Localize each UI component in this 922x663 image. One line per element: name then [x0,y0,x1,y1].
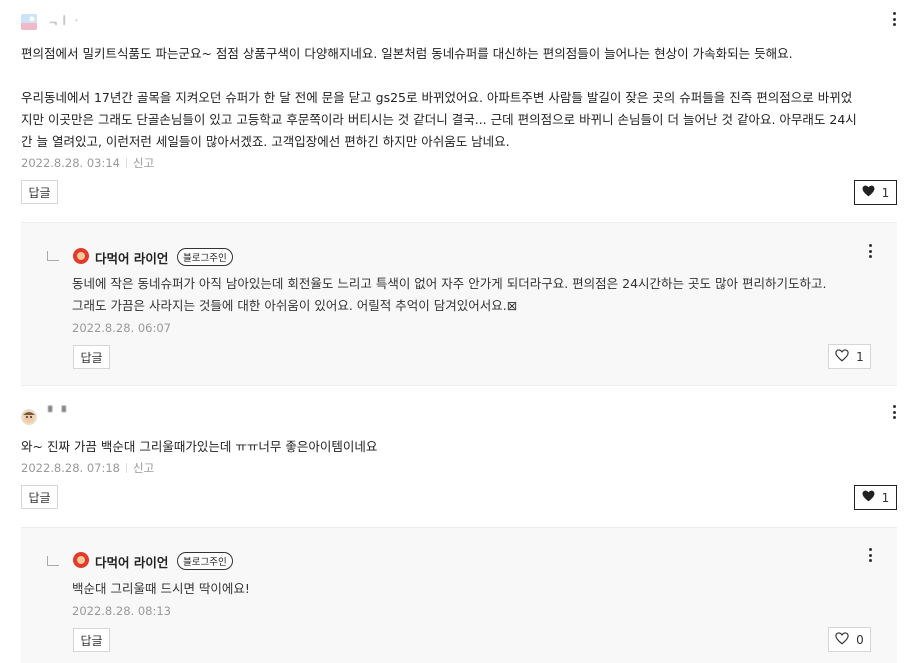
like-button[interactable]: 1 [828,344,871,369]
comment-meta: 2022.8.28. 07:18 신고 [21,460,154,476]
comment-text-line: 간 늘 열려있고, 이런저런 세일들이 많아서겠죠. 고객입장에선 편하긴 하지… [21,134,510,149]
comment-text-line: 편의점에서 밀키트식품도 파는군요~ 점점 상품구색이 다양해지네요. 일본처럼… [21,46,793,61]
like-button[interactable]: 1 [854,180,897,205]
report-link[interactable]: 신고 [133,156,154,170]
lion-avatar-icon[interactable] [73,248,89,264]
user-avatar[interactable] [21,14,37,30]
heart-outline-icon [835,631,849,648]
like-count: 0 [856,632,864,647]
owner-badge: 블로그주인 [177,248,233,266]
reply-button[interactable]: 답글 [21,180,58,204]
like-count: 1 [881,490,890,505]
reply-date: 2022.8.28. 06:07 [72,321,171,335]
reply-button[interactable]: 답글 [73,345,110,369]
reply-corner-icon [47,251,59,261]
owner-badge: 블로그주인 [177,552,233,570]
reply-container: 다먹어 라이언 블로그주인 동네에 작은 동네슈퍼가 아직 남아있는데 회전율도… [21,222,897,386]
comment-date: 2022.8.28. 03:14 [21,156,120,170]
reply-text-line: 백순대 그리울때 드시면 딱이에요! [72,581,250,596]
reply-author[interactable]: 다먹어 라이언 [95,248,168,267]
more-options-icon[interactable] [887,404,901,420]
comment-date: 2022.8.28. 07:18 [21,461,120,475]
comment-text-line: 우리동네에서 17년간 골목을 지켜오던 슈퍼가 한 달 전에 문을 닫고 gs… [21,90,853,105]
heart-filled-icon [862,185,875,200]
more-options-icon[interactable] [863,547,877,563]
heart-outline-icon [835,348,849,365]
comment-text-line: 와~ 진짜 가끔 백순대 그리울때가있는데 ㅠㅠ너무 좋은아이템이네요 [21,439,378,454]
reply-date: 2022.8.28. 08:13 [72,604,171,618]
comment-meta: 2022.8.28. 03:14 신고 [21,155,154,171]
comment-text-line: 지만 이곳만은 그래도 단골손님들이 있고 고등학교 후문쪽이라 버티시는 것 … [21,112,857,127]
like-button[interactable]: 1 [854,485,897,510]
report-link[interactable]: 신고 [133,461,154,475]
user-avatar[interactable] [21,409,37,425]
user-nickname[interactable]: ▘▝ [48,406,67,419]
reply-button[interactable]: 답글 [73,628,110,652]
reply-corner-icon [47,556,59,566]
heart-filled-icon [862,490,875,505]
reply-button[interactable]: 답글 [21,485,58,509]
reply-text-line: 동네에 작은 동네슈퍼가 아직 남아있는데 회전율도 느리고 특색이 없어 자주… [72,276,827,291]
more-options-icon[interactable] [863,243,877,259]
user-nickname[interactable]: ᆨㅣ · [48,12,79,28]
reply-container: 다먹어 라이언 블로그주인 백순대 그리울때 드시면 딱이에요! 2022.8.… [21,527,897,663]
more-options-icon[interactable] [887,11,901,27]
reply-text-line: 그래도 가끔은 사라지는 것들에 대한 아쉬움이 있어요. 어릴적 추억이 담겨… [72,298,518,313]
reply-author[interactable]: 다먹어 라이언 [95,552,168,571]
lion-avatar-icon[interactable] [73,552,89,568]
like-count: 1 [856,349,864,364]
like-count: 1 [881,185,890,200]
like-button[interactable]: 0 [828,627,871,652]
